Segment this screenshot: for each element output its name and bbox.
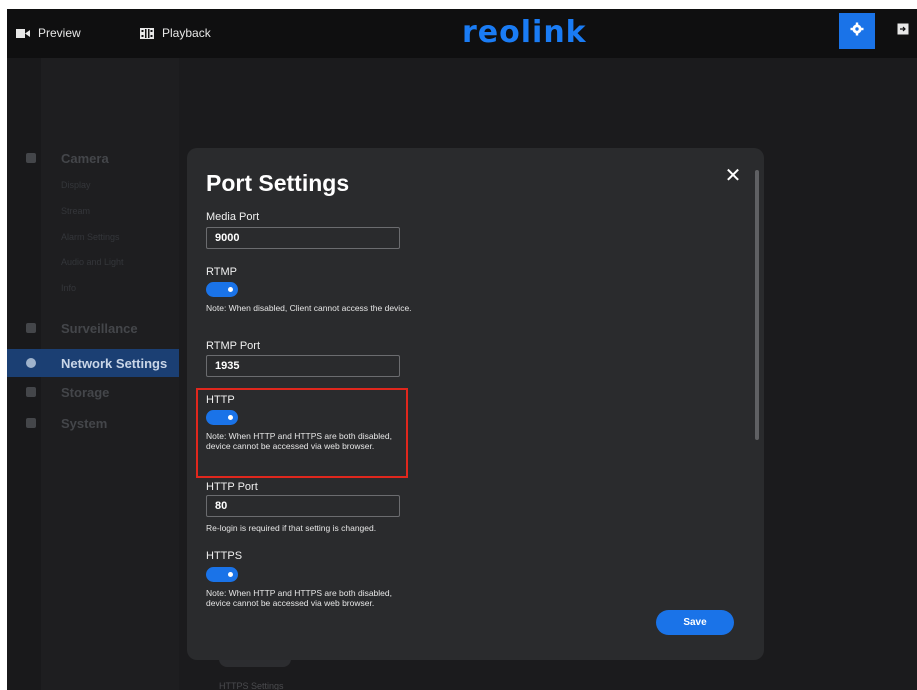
settings-button[interactable] xyxy=(839,13,875,49)
http-port-input[interactable] xyxy=(206,495,400,517)
playback-button[interactable]: Playback xyxy=(140,23,211,43)
sidebar-item-network-settings[interactable]: Network Settings xyxy=(7,349,179,377)
port-settings-dialog: Port Settings ✕ Media Port RTMP Note: Wh… xyxy=(187,148,764,660)
video-camera-icon xyxy=(16,28,30,39)
sidebar-subitem-stream[interactable]: Stream xyxy=(61,206,90,216)
app-window: Preview Playback reolink Camera Display xyxy=(7,9,917,690)
gear-icon xyxy=(26,418,36,428)
sidebar-subitem-info[interactable]: Info xyxy=(61,283,76,293)
toggle-knob xyxy=(228,287,233,292)
close-icon: ✕ xyxy=(724,165,742,187)
sidebar-item-label: Storage xyxy=(61,384,110,400)
sidebar: Camera Display Stream Alarm Settings Aud… xyxy=(7,58,179,690)
sidebar-item-label: Camera xyxy=(61,150,109,166)
sidebar-item-label: System xyxy=(61,415,108,431)
logout-button[interactable] xyxy=(893,13,913,49)
storage-icon xyxy=(26,387,36,397)
rtmp-port-label: RTMP Port xyxy=(206,340,260,352)
sidebar-item-system[interactable]: System xyxy=(7,409,179,437)
top-bar: Preview Playback reolink xyxy=(7,9,917,58)
http-note: Note: When HTTP and HTTPS are both disab… xyxy=(206,431,392,451)
globe-icon xyxy=(26,358,36,368)
reolink-logo: reolink xyxy=(462,15,587,50)
save-button[interactable]: Save xyxy=(656,610,734,635)
media-port-input[interactable] xyxy=(206,227,400,249)
http-label: HTTP xyxy=(206,394,235,406)
background-https-settings-label: HTTPS Settings xyxy=(219,681,284,690)
film-icon xyxy=(140,27,154,39)
sidebar-subitem-audio-light[interactable]: Audio and Light xyxy=(61,257,124,267)
rtmp-toggle[interactable] xyxy=(206,282,238,297)
preview-button[interactable]: Preview xyxy=(16,23,81,43)
camera-icon xyxy=(26,153,36,163)
https-toggle[interactable] xyxy=(206,567,238,582)
close-button[interactable]: ✕ xyxy=(723,166,743,186)
rtmp-note: Note: When disabled, Client cannot acces… xyxy=(206,303,412,313)
http-port-note: Re-login is required if that setting is … xyxy=(206,523,377,533)
sidebar-item-camera[interactable]: Camera xyxy=(7,144,179,172)
https-note: Note: When HTTP and HTTPS are both disab… xyxy=(206,588,392,608)
rtmp-port-input[interactable] xyxy=(206,355,400,377)
media-port-label: Media Port xyxy=(206,211,260,223)
toggle-knob xyxy=(228,415,233,420)
sidebar-item-label: Network Settings xyxy=(61,355,168,371)
preview-label: Preview xyxy=(38,26,81,40)
sidebar-item-label: Surveillance xyxy=(61,320,138,336)
logout-icon xyxy=(897,22,909,40)
http-toggle[interactable] xyxy=(206,410,238,425)
sidebar-subitem-alarm-settings[interactable]: Alarm Settings xyxy=(61,232,120,242)
http-port-label: HTTP Port xyxy=(206,481,258,493)
sidebar-item-storage[interactable]: Storage xyxy=(7,378,179,406)
toggle-knob xyxy=(228,572,233,577)
sidebar-subitem-display[interactable]: Display xyxy=(61,180,91,190)
dialog-title: Port Settings xyxy=(206,170,350,196)
scrollbar[interactable] xyxy=(755,170,759,440)
gear-icon xyxy=(850,22,864,41)
playback-label: Playback xyxy=(162,26,211,40)
rtmp-label: RTMP xyxy=(206,266,237,278)
shield-icon xyxy=(26,323,36,333)
https-label: HTTPS xyxy=(206,550,243,562)
sidebar-item-surveillance[interactable]: Surveillance xyxy=(7,314,179,342)
